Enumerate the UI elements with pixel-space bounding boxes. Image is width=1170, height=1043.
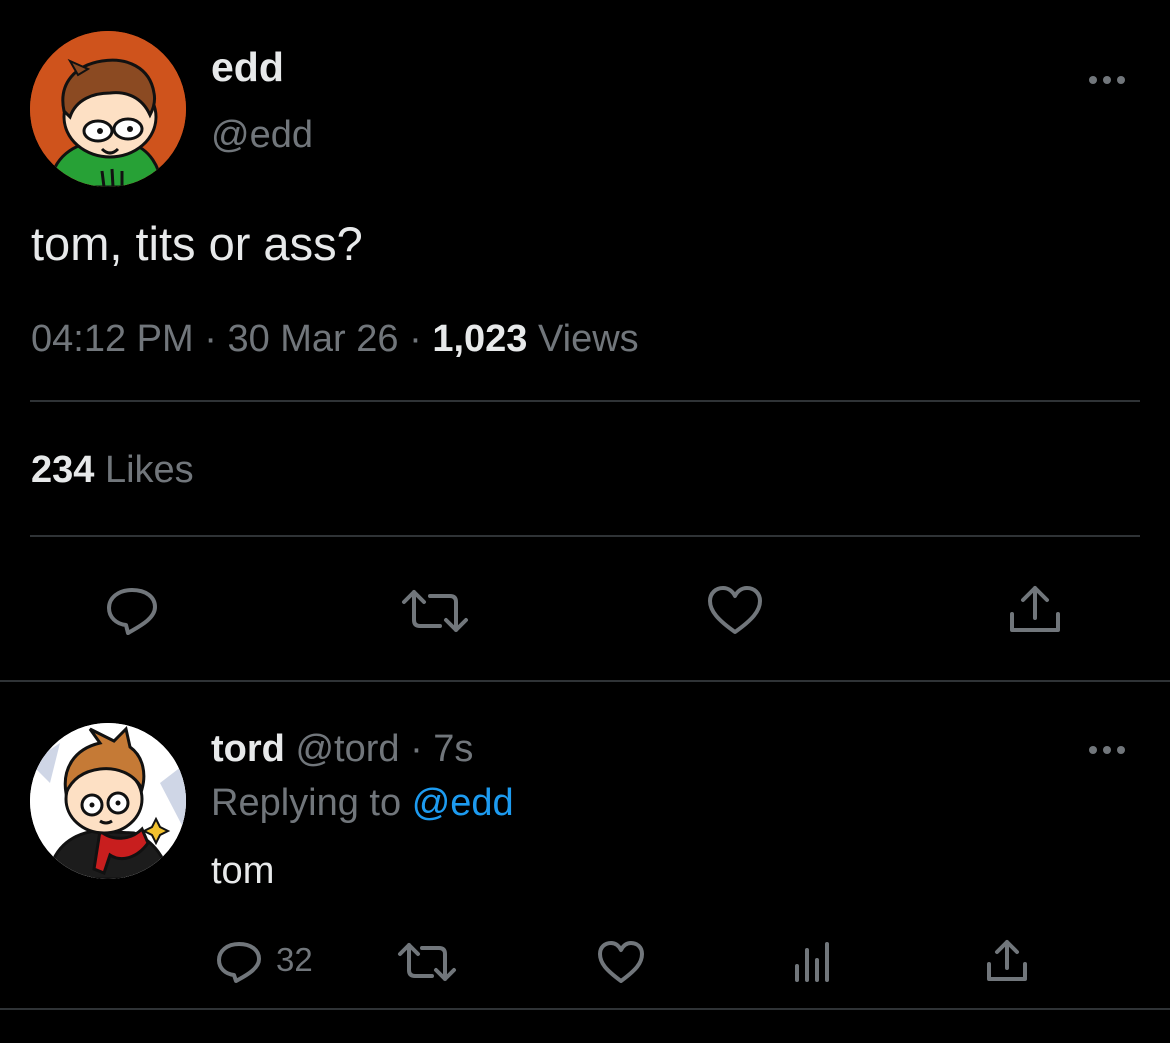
more-icon[interactable] (1085, 62, 1129, 98)
reply-time-ago[interactable]: 7s (433, 728, 473, 770)
views-icon[interactable] (792, 940, 832, 984)
edd-avatar-image (30, 31, 186, 187)
tord-avatar-image (30, 723, 186, 879)
reply-icon[interactable] (214, 940, 264, 984)
reply-handle[interactable]: @tord (295, 728, 399, 770)
reply-icon[interactable] (104, 586, 160, 636)
divider (0, 1008, 1170, 1010)
tweet-time[interactable]: 04:12 PM (31, 318, 194, 360)
more-icon[interactable] (1085, 732, 1129, 768)
divider (0, 680, 1170, 682)
retweet-icon[interactable] (396, 941, 458, 983)
reply-author-avatar[interactable] (30, 723, 186, 879)
reply-header: tord @tord · 7s (211, 728, 473, 771)
replying-to: Replying to @edd (211, 782, 514, 825)
author-avatar[interactable] (30, 31, 186, 187)
views-count: 1,023 (432, 318, 528, 360)
reply-text: tom (211, 850, 275, 892)
share-icon[interactable] (1006, 584, 1064, 636)
replying-to-handle-link[interactable]: @edd (412, 782, 514, 824)
reply-display-name[interactable]: tord (211, 728, 285, 770)
likes-label: Likes (104, 449, 194, 491)
likes-stat[interactable]: 234 Likes (31, 449, 194, 492)
tweet-date[interactable]: 30 Mar 26 (227, 318, 398, 360)
likes-count: 234 (31, 449, 95, 491)
divider (30, 535, 1140, 537)
views-label: Views (537, 318, 639, 360)
meta-separator: · (410, 728, 423, 770)
divider (30, 400, 1140, 402)
author-display-name[interactable]: edd (211, 44, 284, 91)
tweet-text: tom, tits or ass? (31, 217, 363, 270)
author-handle[interactable]: @edd (211, 114, 313, 157)
replying-prefix: Replying to (211, 782, 402, 824)
reply-count: 32 (276, 941, 313, 978)
meta-separator: · (409, 318, 422, 360)
meta-separator: · (204, 318, 217, 360)
like-icon[interactable] (706, 584, 764, 636)
share-icon[interactable] (984, 938, 1030, 984)
retweet-icon[interactable] (400, 588, 470, 634)
tweet-meta: 04:12 PM · 30 Mar 26 · 1,023 Views (31, 318, 639, 361)
like-icon[interactable] (596, 939, 646, 985)
